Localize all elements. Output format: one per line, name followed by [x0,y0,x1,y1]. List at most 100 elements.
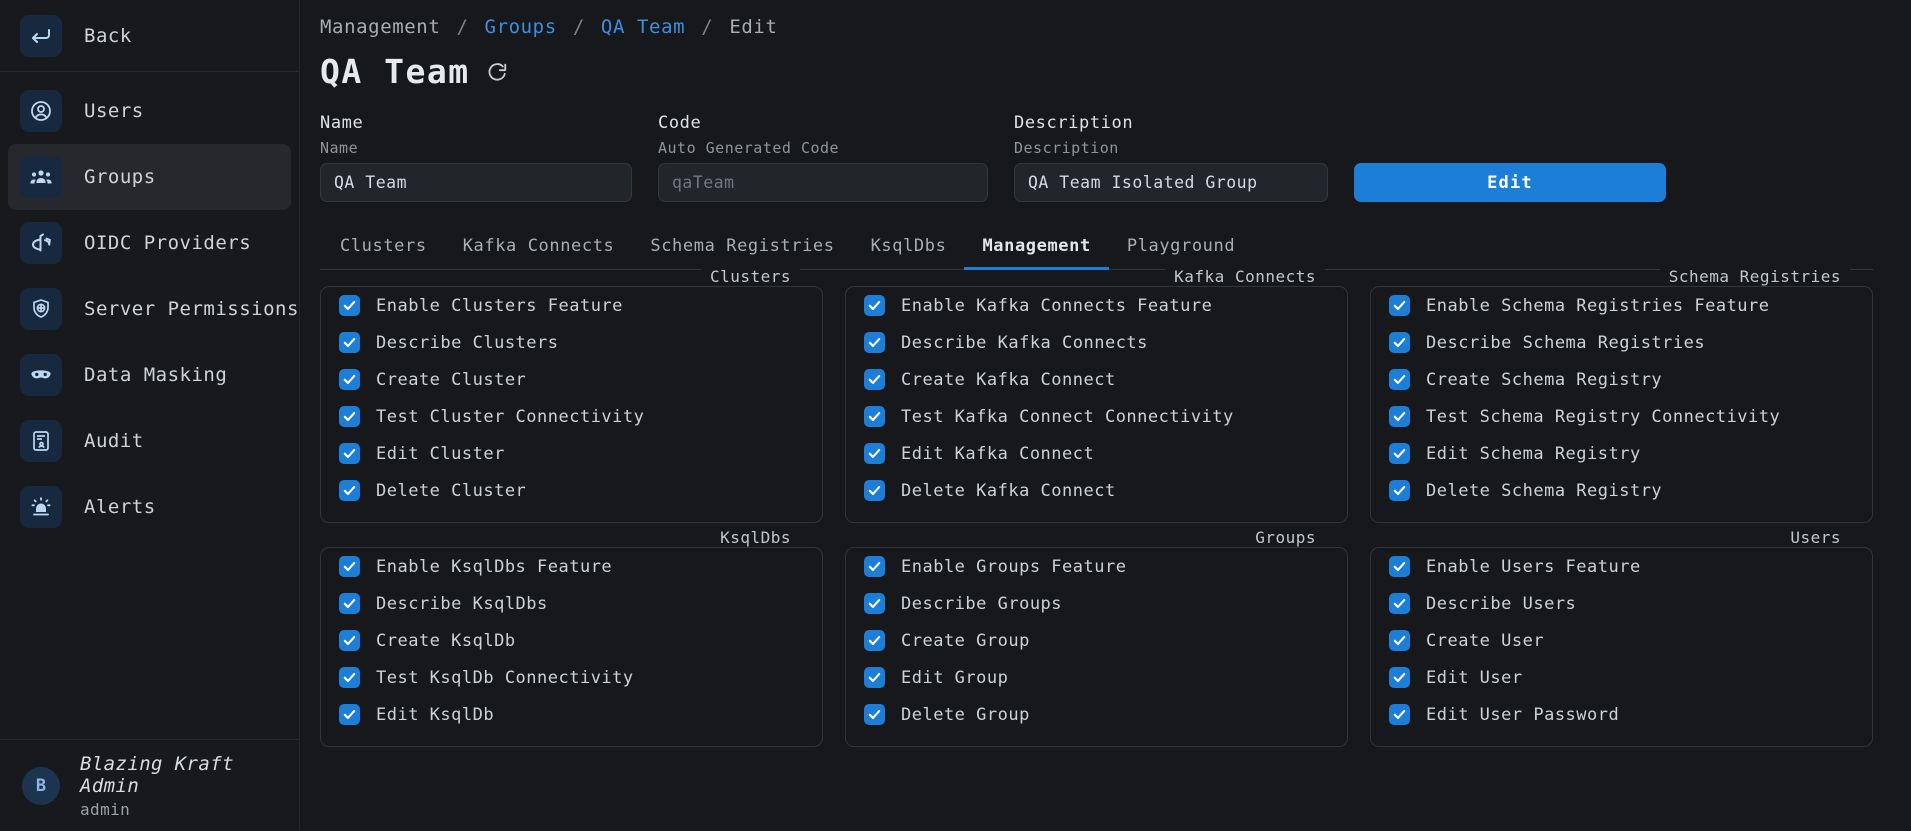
permission-option[interactable]: Describe Kafka Connects [846,324,1347,361]
checkbox-checked-icon[interactable] [864,704,885,725]
checkbox-checked-icon[interactable] [339,593,360,614]
sidebar-item-label: Users [84,100,144,122]
code-input[interactable] [658,163,988,202]
checkbox-checked-icon[interactable] [339,332,360,353]
sidebar-item-data-masking[interactable]: Data Masking [8,342,291,408]
permission-option[interactable]: Edit Cluster [321,435,822,472]
checkbox-checked-icon[interactable] [339,704,360,725]
checkbox-checked-icon[interactable] [864,667,885,688]
permission-option[interactable]: Enable Clusters Feature [321,287,822,324]
permission-option[interactable]: Edit Schema Registry [1371,435,1872,472]
sidebar-item-label: Audit [84,430,144,452]
sidebar-user-card[interactable]: B Blazing Kraft Admin admin [0,739,299,831]
permission-option[interactable]: Create Cluster [321,361,822,398]
sidebar-top: Back Users Groups OIDC Providers Server Per… [0,0,299,540]
permission-option[interactable]: Test KsqlDb Connectivity [321,659,822,696]
permission-option-label: Enable Kafka Connects Feature [901,295,1213,316]
tab-kafka-connects[interactable]: Kafka Connects [445,228,633,270]
permission-card-legend-label: Users [1781,527,1850,547]
checkbox-checked-icon[interactable] [339,556,360,577]
checkbox-checked-icon[interactable] [1389,480,1410,501]
sidebar-item-label: Alerts [84,496,156,518]
permission-option[interactable]: Enable Kafka Connects Feature [846,287,1347,324]
checkbox-checked-icon[interactable] [339,295,360,316]
checkbox-checked-icon[interactable] [864,630,885,651]
checkbox-checked-icon[interactable] [339,406,360,427]
tab-ksqldbs[interactable]: KsqlDbs [853,228,965,270]
checkbox-checked-icon[interactable] [339,630,360,651]
permission-option[interactable]: Describe Schema Registries [1371,324,1872,361]
permission-option[interactable]: Delete Kafka Connect [846,472,1347,509]
description-input[interactable] [1014,163,1328,202]
checkbox-checked-icon[interactable] [1389,332,1410,353]
checkbox-checked-icon[interactable] [864,369,885,390]
sidebar-item-audit[interactable]: Audit [8,408,291,474]
permission-option[interactable]: Create Kafka Connect [846,361,1347,398]
checkbox-checked-icon[interactable] [1389,443,1410,464]
name-input[interactable] [320,163,632,202]
permission-option[interactable]: Describe KsqlDbs [321,585,822,622]
breadcrumb-team[interactable]: QA Team [601,16,685,38]
sidebar-item-users[interactable]: Users [8,78,291,144]
checkbox-checked-icon[interactable] [1389,667,1410,688]
breadcrumb-groups[interactable]: Groups [485,16,557,38]
permission-option[interactable]: Create Group [846,622,1347,659]
permission-option[interactable]: Create User [1371,622,1872,659]
checkbox-checked-icon[interactable] [864,480,885,501]
checkbox-checked-icon[interactable] [339,443,360,464]
sidebar-item-groups[interactable]: Groups [8,144,291,210]
tab-playground[interactable]: Playground [1109,228,1253,270]
permission-option-label: Edit Cluster [376,443,505,464]
checkbox-checked-icon[interactable] [864,406,885,427]
edit-button[interactable]: Edit [1354,163,1666,202]
sidebar-item-back[interactable]: Back [0,0,299,72]
permission-option[interactable]: Enable Schema Registries Feature [1371,287,1872,324]
sidebar-item-server-permissions[interactable]: Server Permissions [8,276,298,342]
permission-option[interactable]: Edit KsqlDb [321,696,822,733]
permission-option[interactable]: Edit Kafka Connect [846,435,1347,472]
tab-schema-registries[interactable]: Schema Registries [632,228,852,270]
permission-option-label: Test KsqlDb Connectivity [376,667,634,688]
permission-option[interactable]: Edit Group [846,659,1347,696]
permission-option[interactable]: Enable Groups Feature [846,548,1347,585]
permission-option[interactable]: Describe Groups [846,585,1347,622]
tab-management[interactable]: Management [964,228,1109,270]
permission-option[interactable]: Test Cluster Connectivity [321,398,822,435]
checkbox-checked-icon[interactable] [1389,295,1410,316]
checkbox-checked-icon[interactable] [864,332,885,353]
checkbox-checked-icon[interactable] [864,443,885,464]
checkbox-checked-icon[interactable] [1389,406,1410,427]
tab-clusters[interactable]: Clusters [322,228,445,270]
permission-option[interactable]: Delete Group [846,696,1347,733]
permission-option[interactable]: Enable KsqlDbs Feature [321,548,822,585]
checkbox-checked-icon[interactable] [339,369,360,390]
checkbox-checked-icon[interactable] [864,295,885,316]
permission-option[interactable]: Enable Users Feature [1371,548,1872,585]
checkbox-checked-icon[interactable] [864,593,885,614]
checkbox-checked-icon[interactable] [1389,593,1410,614]
checkbox-checked-icon[interactable] [1389,704,1410,725]
permission-option[interactable]: Test Schema Registry Connectivity [1371,398,1872,435]
checkbox-checked-icon[interactable] [339,667,360,688]
permission-option[interactable]: Test Kafka Connect Connectivity [846,398,1347,435]
checkbox-checked-icon[interactable] [339,480,360,501]
checkbox-checked-icon[interactable] [1389,556,1410,577]
checkbox-checked-icon[interactable] [1389,630,1410,651]
sidebar-item-oidc-providers[interactable]: OIDC Providers [8,210,291,276]
sidebar: Back Users Groups OIDC Providers Server Per… [0,0,300,831]
permission-option-label: Edit User Password [1426,704,1620,725]
permission-option[interactable]: Describe Users [1371,585,1872,622]
permission-option[interactable]: Delete Cluster [321,472,822,509]
refresh-icon[interactable] [486,61,508,83]
checkbox-checked-icon[interactable] [1389,369,1410,390]
permission-option[interactable]: Create KsqlDb [321,622,822,659]
permission-option[interactable]: Edit User Password [1371,696,1872,733]
checkbox-checked-icon[interactable] [864,556,885,577]
permission-card-groups: Groups Enable Groups Feature Describe Grou… [845,527,1348,747]
permission-option[interactable]: Delete Schema Registry [1371,472,1872,509]
permission-card-clusters: Clusters Enable Clusters Feature Describe … [320,266,823,523]
permission-option[interactable]: Create Schema Registry [1371,361,1872,398]
permission-option[interactable]: Describe Clusters [321,324,822,361]
permission-option[interactable]: Edit User [1371,659,1872,696]
sidebar-item-alerts[interactable]: Alerts [8,474,291,540]
